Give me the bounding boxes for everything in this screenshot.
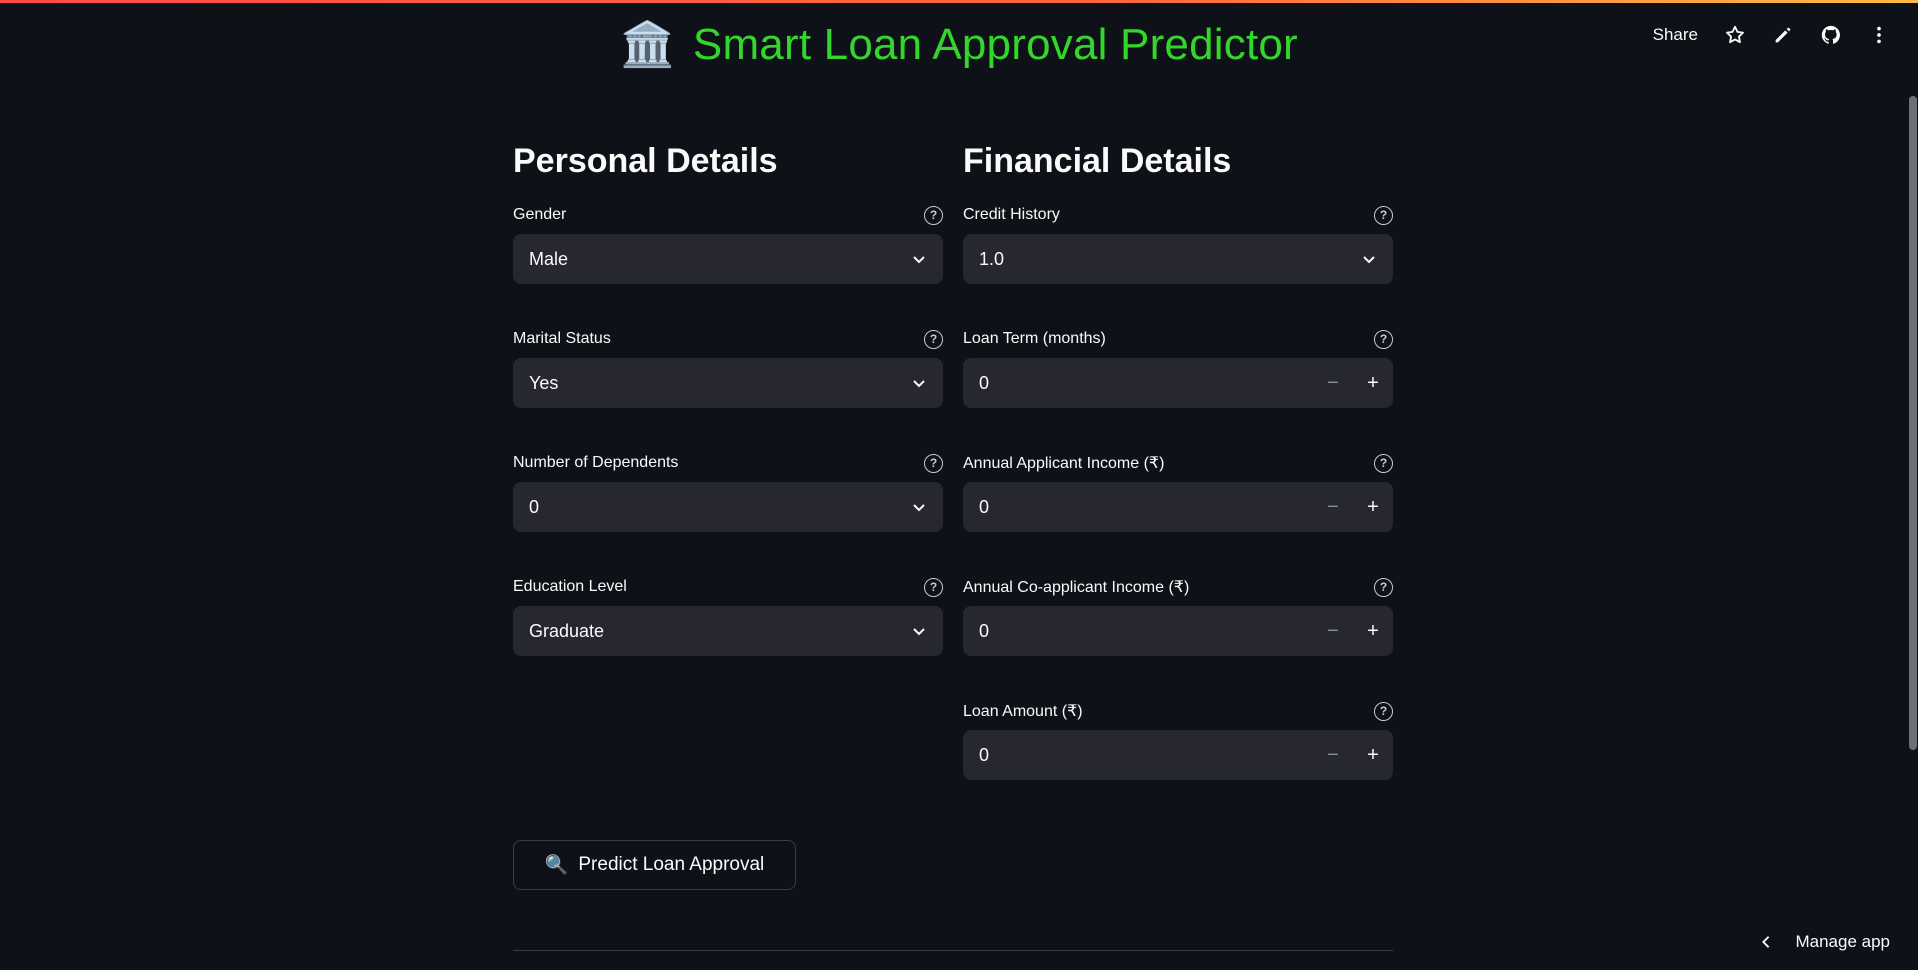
dependents-value: 0 [529,496,540,517]
predict-loan-approval-button[interactable]: 🔍 Predict Loan Approval [513,840,796,890]
decrement-button[interactable]: − [1313,358,1353,408]
applicant-income-value[interactable]: 0 [979,497,1313,518]
credit-history-label: Credit History [963,206,1060,223]
help-icon[interactable]: ? [1374,453,1393,473]
help-icon[interactable]: ? [924,453,943,473]
personal-details-section: Personal Details Gender ? Male Marital S… [513,142,943,699]
loan-amount-field: Loan Amount (₹) ? 0 − + [963,699,1393,823]
manage-app-label: Manage app [1795,932,1890,951]
marital-status-select[interactable]: Yes [513,358,943,408]
decrement-button[interactable]: − [1313,482,1353,532]
education-field: Education Level ? Graduate [513,575,943,699]
app-toolbar: Share [1653,24,1890,46]
loan-term-input[interactable]: 0 − + [963,358,1393,408]
gender-label: Gender [513,206,567,223]
marital-status-value: Yes [529,372,559,393]
coapplicant-income-field: Annual Co-applicant Income (₹) ? 0 − + [963,575,1393,699]
loan-amount-value[interactable]: 0 [979,745,1313,766]
dependents-field: Number of Dependents ? 0 [513,451,943,575]
increment-button[interactable]: + [1353,730,1393,780]
decrement-button[interactable]: − [1313,730,1353,780]
gender-select[interactable]: Male [513,234,943,284]
marital-status-label: Marital Status [513,330,611,347]
applicant-income-field: Annual Applicant Income (₹) ? 0 − + [963,451,1393,575]
chevron-down-icon [1363,256,1375,264]
page-header: 🏛️ Smart Loan Approval Predictor [0,20,1918,70]
financial-details-section: Financial Details Credit History ? 1.0 L… [963,142,1393,823]
help-icon[interactable]: ? [1374,329,1393,349]
help-icon[interactable]: ? [1374,205,1393,225]
financial-details-heading: Financial Details [963,142,1232,180]
loan-term-field: Loan Term (months) ? 0 − + [963,327,1393,451]
education-value: Graduate [529,620,605,641]
increment-button[interactable]: + [1353,358,1393,408]
help-icon[interactable]: ? [1374,701,1393,721]
magnifier-icon: 🔍 [544,855,569,876]
credit-history-value: 1.0 [979,248,1005,269]
gender-field: Gender ? Male [513,203,943,327]
help-icon[interactable]: ? [924,329,943,349]
applicant-income-input[interactable]: 0 − + [963,482,1393,532]
coapplicant-income-value[interactable]: 0 [979,621,1313,642]
loan-term-label: Loan Term (months) [963,330,1106,347]
gender-value: Male [529,248,569,269]
decrement-button[interactable]: − [1313,606,1353,656]
marital-status-field: Marital Status ? Yes [513,327,943,451]
page-scrollbar[interactable] [1909,96,1917,750]
top-decoration-bar [0,0,1918,3]
applicant-income-label: Annual Applicant Income (₹) [963,455,1165,472]
chevron-down-icon [913,628,925,636]
star-icon[interactable] [1724,24,1746,46]
credit-history-select[interactable]: 1.0 [963,234,1393,284]
coapplicant-income-input[interactable]: 0 − + [963,606,1393,656]
loan-amount-label: Loan Amount (₹) [963,703,1083,720]
increment-button[interactable]: + [1353,482,1393,532]
more-menu-icon[interactable] [1868,24,1890,46]
chevron-down-icon [913,256,925,264]
dependents-select[interactable]: 0 [513,482,943,532]
help-icon[interactable]: ? [924,577,943,597]
chevron-down-icon [913,504,925,512]
loan-amount-input[interactable]: 0 − + [963,730,1393,780]
education-select[interactable]: Graduate [513,606,943,656]
section-divider [513,950,1393,951]
page-title: Smart Loan Approval Predictor [692,20,1298,69]
help-icon[interactable]: ? [924,205,943,225]
share-button[interactable]: Share [1653,25,1698,45]
github-icon[interactable] [1820,24,1842,46]
loan-term-value[interactable]: 0 [979,373,1313,394]
edit-pencil-icon[interactable] [1772,24,1794,46]
chevron-down-icon [913,380,925,388]
help-icon[interactable]: ? [1374,577,1393,597]
credit-history-field: Credit History ? 1.0 [963,203,1393,327]
education-label: Education Level [513,578,627,595]
coapplicant-income-label: Annual Co-applicant Income (₹) [963,579,1190,596]
bank-icon: 🏛️ [620,20,675,69]
personal-details-heading: Personal Details [513,142,778,180]
chevron-left-icon [1762,936,1770,948]
dependents-label: Number of Dependents [513,454,679,471]
predict-button-label: Predict Loan Approval [578,854,765,875]
increment-button[interactable]: + [1353,606,1393,656]
manage-app-button[interactable]: Manage app [1759,932,1890,952]
